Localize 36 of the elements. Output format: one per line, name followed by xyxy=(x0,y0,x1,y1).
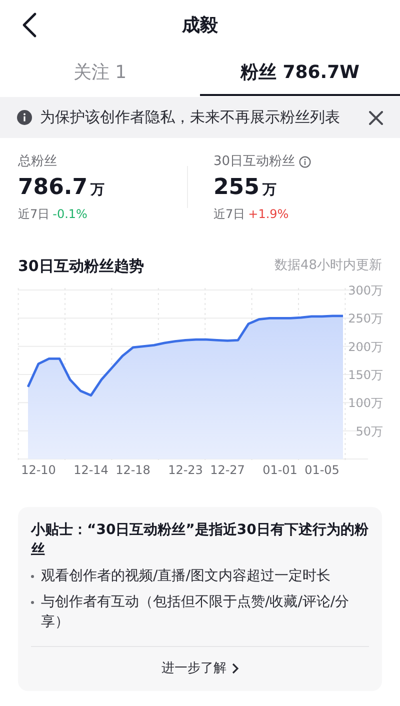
stat-value: 255 xyxy=(214,174,260,202)
axis-label: 200万 xyxy=(348,340,383,354)
axis-label: 300万 xyxy=(348,285,383,298)
stat-unit: 万 xyxy=(90,180,105,200)
stat-label: 总粉丝 xyxy=(18,153,57,171)
axis-label: 12-14 xyxy=(74,463,108,477)
axis-label: 150万 xyxy=(348,368,383,382)
info-icon xyxy=(17,110,32,125)
tip-item: 与创作者有互动（包括但不限于点赞/收藏/评论/分享） xyxy=(41,593,350,632)
stat-label: 30日互动粉丝 xyxy=(214,153,296,171)
stat-unit: 万 xyxy=(262,180,276,200)
axis-label: 12-27 xyxy=(210,463,245,477)
axis-label: 12-23 xyxy=(168,463,203,477)
chart-title: 30日互动粉丝趋势 xyxy=(18,256,144,276)
axis-label: 50万 xyxy=(356,424,383,438)
axis-label: 01-05 xyxy=(304,463,340,477)
axis-label: 12-10 xyxy=(21,463,56,477)
close-icon[interactable] xyxy=(369,110,383,124)
change-value: -0.1% xyxy=(52,206,88,222)
page-title: 成毅 xyxy=(182,14,218,38)
period-label: 近7日 xyxy=(18,206,50,222)
notice-text: 为保护该创作者隐私，未来不再展示粉丝列表 xyxy=(40,107,341,128)
bullet-icon xyxy=(31,601,34,604)
axis-label: 100万 xyxy=(348,396,383,410)
axis-label: 250万 xyxy=(348,312,383,326)
axis-label: 12-18 xyxy=(116,463,150,477)
period-label: 近7日 xyxy=(214,206,246,222)
update-note: 数据48小时内更新 xyxy=(274,257,382,275)
stat-value: 786.7 xyxy=(18,174,88,202)
tip-title: 小贴士：“30日互动粉丝”是指近30日有下述行为的粉丝 xyxy=(31,521,369,560)
chevron-icon xyxy=(230,663,238,674)
tip-item: 观看创作者的视频/直播/图文内容超过一定时长 xyxy=(41,567,330,586)
axis-label: 01-01 xyxy=(262,463,298,477)
bullet-icon xyxy=(31,575,34,578)
learn-more-link[interactable]: 进一步了解 xyxy=(162,659,238,678)
change-value: +1.9% xyxy=(248,206,289,222)
